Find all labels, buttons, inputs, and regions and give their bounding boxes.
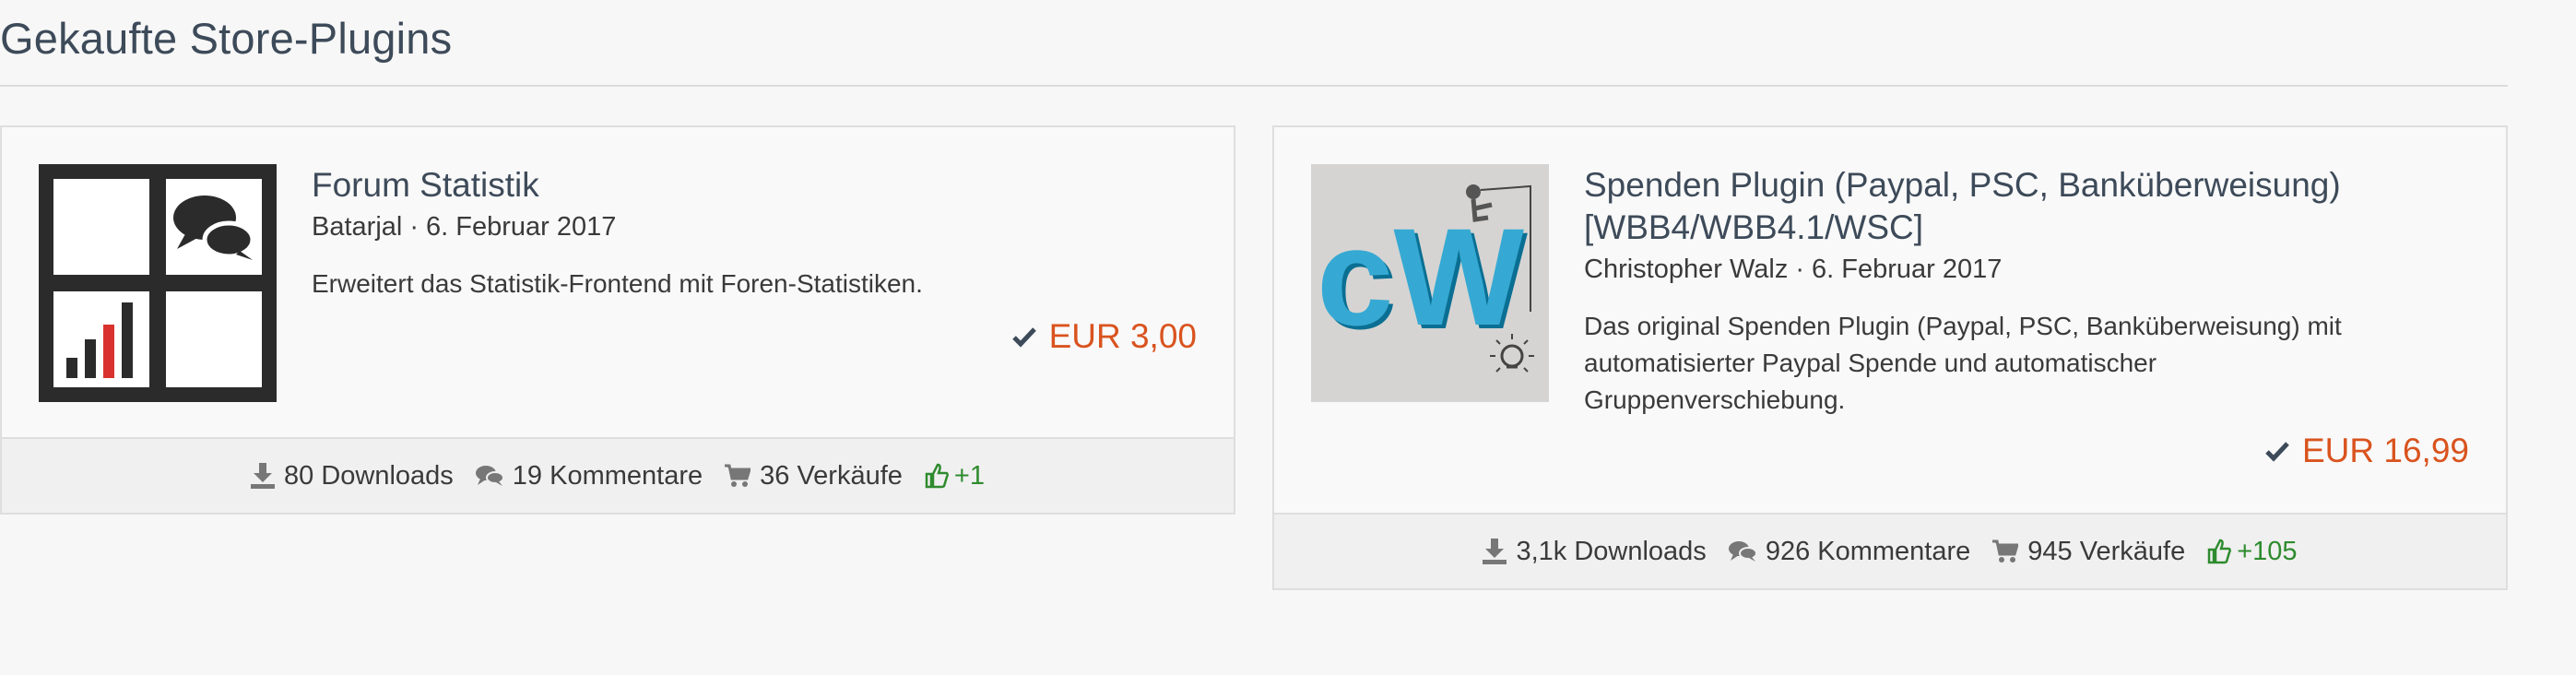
publish-date: 6. Februar 2017 xyxy=(426,212,617,242)
purchased-plugins-page: Gekaufte Store-Plugins Forum Statistik B… xyxy=(0,0,2576,675)
plugin-card-body: Forum Statistik Batarjal · 6. Februar 2017… xyxy=(2,127,1234,439)
author-link[interactable]: Batarjal xyxy=(312,212,402,242)
description-line: Gruppenverschiebung. xyxy=(1584,385,1846,414)
description-line: automatisierter Paypal Spende und automa… xyxy=(1584,349,2157,377)
sales-stat: 945 Verkäufe xyxy=(1992,537,2185,567)
plugin-title-line: Spenden Plugin (Paypal, PSC, Banküberwei… xyxy=(1584,166,2341,204)
likes-stat[interactable]: +1 xyxy=(925,461,985,491)
thumbs-up-icon xyxy=(925,463,949,489)
cw-logo: cW cW xyxy=(1311,164,1549,402)
price-tag: EUR 3,00 xyxy=(1011,317,1197,356)
price-value: EUR 16,99 xyxy=(2302,432,2469,469)
description-line: Das original Spenden Plugin (Paypal, PSC… xyxy=(1584,312,2342,340)
price-value: EUR 3,00 xyxy=(1048,317,1197,355)
svg-text:cW: cW xyxy=(1317,199,1524,354)
plugin-info: Forum Statistik Batarjal · 6. Februar 2017… xyxy=(312,164,1197,302)
likes-count: +105 xyxy=(2237,536,2298,566)
cart-icon xyxy=(1992,539,2019,562)
likes-count: +1 xyxy=(953,460,985,491)
downloads-count: 3,1k Downloads xyxy=(1516,536,1707,566)
comments-stat: 19 Kommentare xyxy=(475,460,703,491)
plugin-thumbnail[interactable]: cW cW xyxy=(1311,164,1549,402)
comments-count: 19 Kommentare xyxy=(512,460,703,491)
page-title: Gekaufte Store-Plugins xyxy=(0,14,453,63)
plugin-card[interactable]: Forum Statistik Batarjal · 6. Februar 2017… xyxy=(0,125,1235,515)
sales-stat: 36 Verkäufe xyxy=(725,461,903,491)
check-icon xyxy=(1011,327,1036,348)
publish-date: 6. Februar 2017 xyxy=(1812,255,2003,284)
plugin-meta: Christopher Walz · 6. Februar 2017 xyxy=(1584,251,2469,288)
thumbs-up-icon xyxy=(2207,539,2232,564)
meta-separator: · xyxy=(409,212,419,242)
plugin-title-line: [WBB4/WBB4.1/WSC] xyxy=(1584,208,1924,246)
comments-stat: 926 Kommentare xyxy=(1728,536,1971,567)
cart-icon xyxy=(725,464,751,487)
plugin-card[interactable]: cW cW Spenden Plugin (Paypal, PSC, Bankü… xyxy=(1272,125,2508,590)
plugin-card-body: cW cW Spenden Plugin (Paypal, PSC, Bankü… xyxy=(1274,127,2506,515)
likes-stat[interactable]: +105 xyxy=(2207,536,2298,567)
downloads-count: 80 Downloads xyxy=(284,460,454,491)
plugin-description: Erweitert das Statistik-Frontend mit For… xyxy=(312,269,923,298)
plugin-stats: 3,1k Downloads 926 Kommentare 945 Verkäu… xyxy=(1274,513,2506,588)
download-icon xyxy=(1483,539,1507,564)
comments-icon xyxy=(1728,541,1756,562)
comments-count: 926 Kommentare xyxy=(1765,536,1971,566)
plugin-title-link[interactable]: Forum Statistik xyxy=(312,164,1197,207)
plugin-stats: 80 Downloads 19 Kommentare 36 Verkäufe +… xyxy=(2,437,1234,513)
section-divider xyxy=(0,85,2508,87)
check-icon xyxy=(2265,442,2289,462)
downloads-stat: 80 Downloads xyxy=(251,461,454,491)
plugin-title-link[interactable]: Spenden Plugin (Paypal, PSC, Banküberwei… xyxy=(1584,164,2469,249)
meta-separator: · xyxy=(1795,255,1804,284)
plugin-thumbnail[interactable] xyxy=(39,164,277,402)
comments-icon xyxy=(475,466,503,486)
downloads-stat: 3,1k Downloads xyxy=(1483,536,1707,567)
plugin-meta: Batarjal · 6. Februar 2017 xyxy=(312,208,1197,245)
plugin-description: Das original Spenden Plugin (Paypal, PSC… xyxy=(1584,308,2469,419)
price-tag: EUR 16,99 xyxy=(2265,432,2469,470)
sales-count: 36 Verkäufe xyxy=(760,460,903,491)
download-icon xyxy=(251,463,275,489)
sales-count: 945 Verkäufe xyxy=(2027,536,2186,566)
forum-statistik-logo xyxy=(39,164,277,402)
author-link[interactable]: Christopher Walz xyxy=(1584,255,1788,284)
plugin-info: Spenden Plugin (Paypal, PSC, Banküberwei… xyxy=(1584,164,2469,419)
